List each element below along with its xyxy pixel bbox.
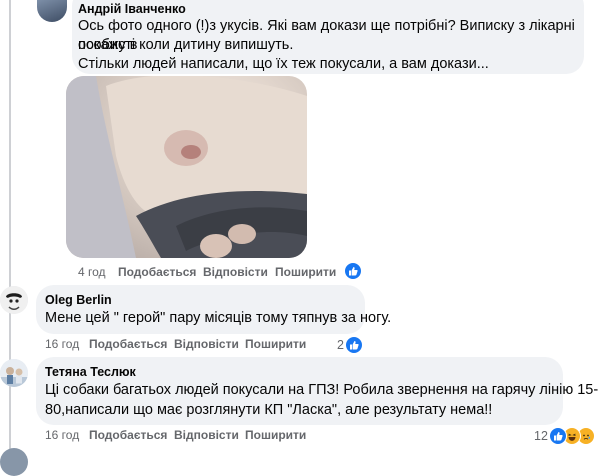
reaction-summary[interactable] bbox=[344, 262, 362, 280]
comment-text-line: особисті коли дитину випишуть. bbox=[78, 37, 294, 53]
avatar[interactable] bbox=[37, 0, 67, 22]
avatar-image bbox=[0, 286, 28, 314]
reaction-count: 12 bbox=[534, 429, 548, 443]
avatar[interactable] bbox=[0, 359, 28, 387]
like-icon bbox=[548, 427, 567, 445]
like-icon bbox=[344, 336, 363, 354]
comment-time[interactable]: 16 год bbox=[45, 428, 79, 442]
comment-text-line: Стільки людей написали, що їх теж покуса… bbox=[78, 56, 489, 72]
like-button[interactable]: Подобається bbox=[89, 337, 167, 351]
comment-text-line: 80,написали що має розглянути КП "Ласка"… bbox=[45, 402, 493, 418]
like-button[interactable]: Подобається bbox=[118, 265, 196, 279]
avatar[interactable] bbox=[0, 448, 28, 476]
comment-actions: 16 год Подобається Відповісти Поширити bbox=[45, 337, 345, 353]
reaction-summary[interactable]: 2 bbox=[337, 336, 363, 354]
comment-author[interactable]: Андрій Іванченко bbox=[78, 2, 186, 16]
share-button[interactable]: Поширити bbox=[245, 428, 306, 442]
photo-content bbox=[66, 76, 307, 258]
share-button[interactable]: Поширити bbox=[245, 337, 306, 351]
avatar[interactable] bbox=[0, 286, 28, 314]
comment-author[interactable]: Oleg Berlin bbox=[45, 293, 112, 307]
reply-button[interactable]: Відповісти bbox=[174, 337, 239, 351]
share-button[interactable]: Поширити bbox=[275, 265, 336, 279]
comment-text-line: Мене цей " герой" пару місяців тому тяпн… bbox=[45, 310, 392, 326]
reply-button[interactable]: Відповісти bbox=[203, 265, 268, 279]
reaction-summary[interactable]: 12 bbox=[534, 427, 595, 445]
comment-time[interactable]: 4 год bbox=[78, 265, 106, 279]
reaction-count: 2 bbox=[337, 338, 344, 352]
comment-actions: 16 год Подобається Відповісти Поширити bbox=[45, 428, 345, 444]
comment-photo[interactable] bbox=[66, 76, 307, 258]
comment-time[interactable]: 16 год bbox=[45, 337, 79, 351]
avatar-image bbox=[0, 359, 28, 387]
reply-button[interactable]: Відповісти bbox=[174, 428, 239, 442]
like-button[interactable]: Подобається bbox=[89, 428, 167, 442]
comment-author[interactable]: Тетяна Теслюк bbox=[45, 365, 136, 379]
like-icon bbox=[344, 262, 362, 280]
comment-text-line: Ці собаки багатьох людей покусали на ГПЗ… bbox=[45, 382, 599, 398]
thread-line bbox=[9, 0, 11, 457]
comment-actions: 4 год Подобається Відповісти Поширити bbox=[78, 265, 378, 281]
